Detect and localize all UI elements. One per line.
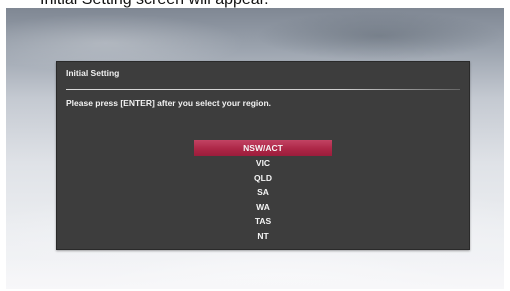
- title-divider: [66, 89, 460, 90]
- region-item-vic[interactable]: VIC: [194, 156, 332, 171]
- dialog-title: Initial Setting: [66, 68, 120, 78]
- screen: Initial Setting screen will appear. Init…: [0, 0, 510, 291]
- region-list: NSW/ACT VIC QLD SA WA TAS NT: [194, 140, 332, 243]
- region-item-wa[interactable]: WA: [194, 200, 332, 215]
- initial-setting-dialog: Initial Setting Please press [ENTER] aft…: [56, 61, 470, 250]
- instruction-text: Please press [ENTER] after you select yo…: [66, 98, 272, 108]
- region-item-sa[interactable]: SA: [194, 185, 332, 200]
- region-item-nsw-act[interactable]: NSW/ACT: [194, 140, 332, 156]
- region-item-qld[interactable]: QLD: [194, 171, 332, 186]
- region-item-tas[interactable]: TAS: [194, 214, 332, 229]
- region-item-nt[interactable]: NT: [194, 229, 332, 244]
